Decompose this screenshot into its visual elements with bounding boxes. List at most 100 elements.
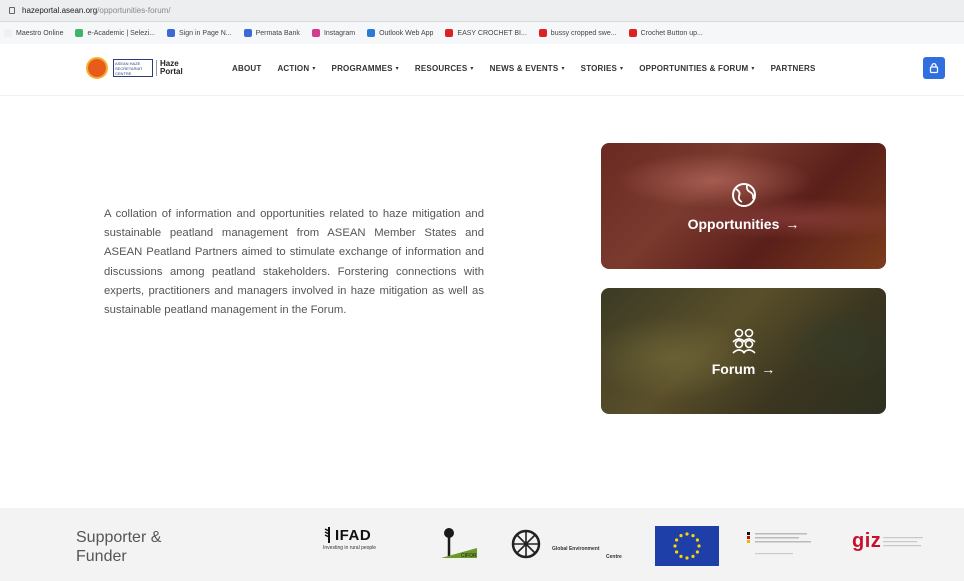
cifor-text: CIFOR [461, 553, 477, 559]
bookmark-item[interactable]: Sign in Page N... [167, 29, 232, 37]
bookmark-label: Permata Bank [255, 29, 300, 37]
url-path: /opportunities-forum/ [97, 6, 171, 15]
bookmark-favicon-icon [628, 29, 637, 37]
asean-emblem-icon [86, 57, 108, 79]
forum-card-label: Forum → [712, 361, 776, 377]
ifad-tagline: Investing in rural people [323, 545, 377, 551]
bookmark-item[interactable]: Crochet Button up... [628, 29, 703, 37]
bookmark-favicon-icon [243, 29, 252, 37]
tree-icon: CIFOR [441, 528, 477, 559]
ifad-logo[interactable]: IFAD Investing in rural people [323, 526, 377, 552]
gec-text-1: Global Environment [552, 546, 600, 552]
bookmark-item[interactable]: Maestro Online [4, 29, 63, 37]
eu-star [675, 538, 679, 542]
bookmark-favicon-icon [367, 29, 376, 37]
globe-icon [731, 183, 756, 207]
bookmark-favicon-icon [311, 29, 320, 37]
bookmarks-bar: Maestro Online e-Academic | Selezi... Sign… [0, 22, 964, 44]
nav-item-label: PARTNERS [770, 64, 816, 73]
gec-logo[interactable]: Global Environment Centre [508, 526, 633, 562]
forum-card[interactable]: Forum → [601, 288, 886, 414]
nav-item-label: PROGRAMMES [331, 64, 393, 73]
bookmark-favicon-icon [75, 29, 84, 37]
bookmark-label: e-Academic | Selezi... [87, 29, 156, 37]
giz-logo[interactable]: giz [852, 530, 927, 553]
info-icon[interactable] [9, 7, 15, 14]
site-logo[interactable]: ASEAN HAZE SECRETARIAT CENTRE Haze Porta… [86, 57, 183, 79]
nav-item-label: STORIES [580, 64, 618, 73]
bookmark-label: bussy cropped swe... [550, 29, 617, 37]
nav-item-label: NEWS & EVENTS [489, 64, 559, 73]
chevron-down-icon: ▾ [470, 66, 474, 72]
nav-item-programmes[interactable]: PROGRAMMES ▾ [332, 64, 399, 73]
bookmark-label: Crochet Button up... [640, 29, 703, 37]
arrow-right-icon: → [761, 361, 776, 377]
bookmark-item[interactable]: bussy cropped swe... [538, 29, 617, 37]
eu-star [675, 550, 679, 554]
giz-subtitle-lines [883, 536, 924, 546]
chevron-down-icon: ▾ [751, 66, 755, 72]
chevron-down-icon: ▾ [561, 66, 565, 72]
ifad-name: IFAD [335, 526, 372, 544]
giz-text: giz [852, 530, 882, 552]
chevron-down-icon: ▾ [620, 66, 624, 72]
eu-star [691, 554, 695, 558]
intro-paragraph: A collation of information and opportuni… [104, 208, 484, 317]
nav-item-action[interactable]: ACTION ▾ [277, 64, 315, 73]
users-icon [731, 328, 756, 354]
opportunities-card-label: Opportunities → [688, 216, 800, 232]
site-header: ASEAN HAZE SECRETARIAT CENTRE Haze Porta… [0, 44, 964, 96]
logo-portal-text: Haze Portal [156, 60, 183, 76]
globe-emblem-icon [511, 529, 541, 559]
nav-item-about[interactable]: ABOUT [232, 64, 261, 73]
nav-item-label: ABOUT [232, 64, 262, 73]
bookmark-item[interactable]: Instagram [311, 29, 356, 37]
supporters-footer: Supporter & Funder IFAD Investing in rur… [0, 508, 964, 581]
bookmark-label: Instagram [323, 29, 356, 37]
eu-stars-icon [673, 532, 701, 560]
bookmark-item[interactable]: Outlook Web App [367, 29, 433, 37]
ifad-mark: IFAD [323, 526, 371, 544]
login-button[interactable] [923, 57, 945, 79]
wheat-icon [324, 527, 330, 543]
eu-flag-logo[interactable] [655, 526, 719, 566]
cifor-logo[interactable]: CIFOR [437, 526, 481, 562]
bookmark-favicon-icon [538, 29, 547, 37]
nav-item-opportunities-forum[interactable]: OPPORTUNITIES & FORUM ▾ [639, 64, 754, 73]
eu-star [697, 544, 701, 548]
url-host: hazeportal.asean.org [22, 6, 98, 15]
bookmark-label: Outlook Web App [379, 29, 434, 37]
bookmark-favicon-icon [445, 29, 454, 37]
nav-item-label: ACTION [277, 64, 310, 73]
nav-item-resources[interactable]: RESOURCES ▾ [415, 64, 474, 73]
nav-item-label: OPPORTUNITIES & FORUM [639, 64, 749, 73]
forum-label-text: Forum [711, 361, 756, 377]
bookmark-label: Maestro Online [16, 29, 64, 37]
arrow-right-icon: → [785, 216, 800, 232]
eu-star [685, 532, 689, 536]
nav-item-stories[interactable]: STORIES ▾ [581, 64, 624, 73]
nav-item-news-events[interactable]: NEWS & EVENTS ▾ [490, 64, 565, 73]
bookmark-item[interactable]: e-Academic | Selezi... [75, 29, 155, 37]
chevron-down-icon: ▾ [312, 66, 316, 72]
nav-item-label: RESOURCES [414, 64, 468, 73]
eu-star [695, 538, 699, 542]
opportunities-card[interactable]: Opportunities → [601, 143, 886, 269]
address-bar[interactable]: hazeportal.asean.org/opportunities-forum… [0, 0, 964, 22]
opportunities-label-text: Opportunities [687, 216, 780, 232]
main-nav: ABOUT ACTION ▾ PROGRAMMES ▾ RESOURCES ▾ NEWS & … [232, 64, 832, 73]
eu-star [695, 550, 699, 554]
user-lock-icon [929, 62, 939, 74]
logo-portal-line2: Portal [160, 67, 183, 76]
bookmark-item[interactable]: Permata Bank [243, 29, 300, 37]
bmz-logo[interactable] [745, 526, 831, 562]
eu-star [679, 534, 683, 538]
nav-item-partners[interactable]: PARTNERS [771, 64, 816, 73]
eu-star [679, 554, 683, 558]
logo-org-text: ASEAN HAZE SECRETARIAT CENTRE [113, 59, 153, 77]
eu-star [673, 544, 677, 548]
bookmark-favicon-icon [4, 29, 12, 37]
bookmark-label: Sign in Page N... [179, 29, 232, 37]
bookmark-item[interactable]: EASY CROCHET BI... [445, 29, 527, 37]
supporters-title: Supporter & Funder [76, 529, 162, 565]
